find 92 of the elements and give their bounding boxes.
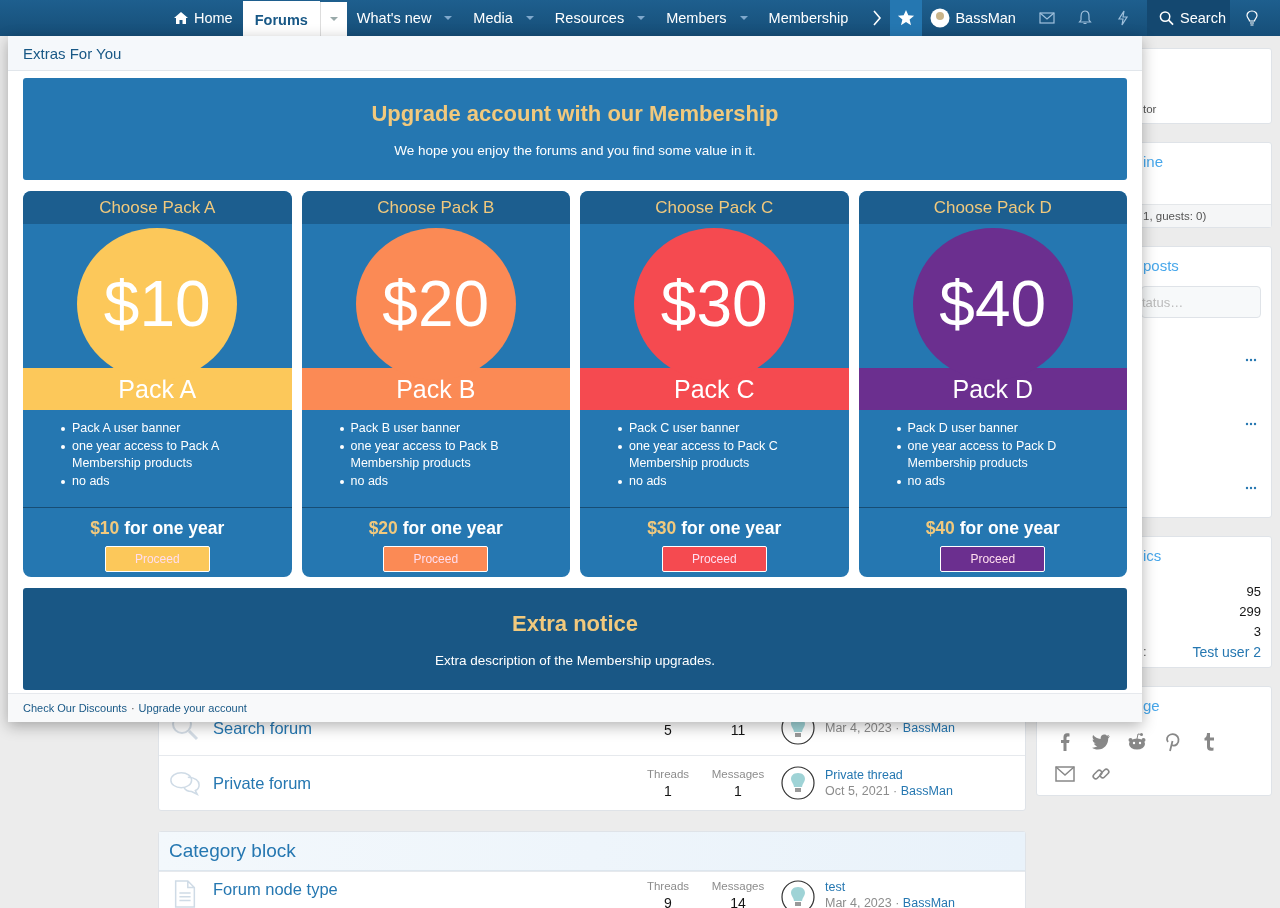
user-menu[interactable]: BassMan xyxy=(922,8,1028,28)
price-circle: $40 xyxy=(912,228,1073,380)
feature-item: no ads xyxy=(896,472,1107,490)
nav-tab[interactable]: What's new xyxy=(346,0,442,36)
member-link[interactable]: Test user 2 xyxy=(1192,644,1261,660)
feature-item: no ads xyxy=(339,472,550,490)
home-icon xyxy=(173,11,189,25)
thread-link[interactable]: test xyxy=(825,880,955,894)
search-icon xyxy=(1159,10,1175,26)
threads-count: 5 xyxy=(664,721,672,738)
threads-label: Threads xyxy=(646,767,690,780)
separator-dot: · xyxy=(895,721,900,735)
forum-title[interactable]: Forum node type xyxy=(213,880,633,899)
pack-name-band: Pack D xyxy=(858,368,1127,410)
avatar-icon xyxy=(930,8,951,28)
pack-name-band: Pack B xyxy=(301,368,570,410)
bell-icon[interactable] xyxy=(1076,10,1093,26)
threads-count: 9 xyxy=(664,895,672,908)
category-title[interactable]: Category block xyxy=(159,832,1025,871)
nav-tab[interactable]: Membership xyxy=(758,0,859,36)
stat-value: 299 xyxy=(1239,604,1261,619)
avatar-icon[interactable] xyxy=(781,766,815,800)
pack-name-band: Pack C xyxy=(580,368,849,410)
threads-label: Threads xyxy=(646,880,690,892)
feature-item: Pack D user banner xyxy=(896,420,1107,438)
nav-tab[interactable]: Forums xyxy=(242,1,320,37)
stat-value: 3 xyxy=(1253,624,1261,639)
feature-item: no ads xyxy=(618,472,829,490)
pack-header: Choose Pack D xyxy=(858,191,1127,224)
panel-title: Extras For You xyxy=(8,36,1142,71)
discounts-link[interactable]: Check Our Discounts xyxy=(23,702,127,714)
notice-text: Extra description of the Membership upgrades. xyxy=(435,652,715,668)
threads-count: 1 xyxy=(664,782,672,799)
feature-item: Pack A user banner xyxy=(61,420,272,438)
twitter-icon[interactable] xyxy=(1091,732,1111,752)
more-options-icon[interactable] xyxy=(1245,422,1257,426)
staff-role-text: tor xyxy=(1142,103,1157,115)
post-date: Mar 4, 2023 xyxy=(825,721,892,735)
feature-item: Pack B user banner xyxy=(339,420,550,438)
lightbulb-icon[interactable] xyxy=(1244,10,1260,26)
messages-count: 14 xyxy=(730,895,746,908)
forum-title[interactable]: Search forum xyxy=(213,718,633,738)
user-link[interactable]: BassMan xyxy=(900,784,953,798)
status-input-field[interactable]: tatus… xyxy=(1141,286,1261,318)
nav-tab[interactable]: Media xyxy=(463,0,523,36)
user-link[interactable]: BassMan xyxy=(902,721,955,735)
separator-dot: · xyxy=(130,702,135,714)
more-options-icon[interactable] xyxy=(1245,358,1257,362)
proceed-button[interactable]: Proceed xyxy=(940,546,1046,572)
messages-label: Messages xyxy=(711,767,765,780)
banner-title: Upgrade account with our Membership xyxy=(371,100,779,127)
price-line: $20 for one year xyxy=(368,518,503,539)
feature-item: no ads xyxy=(61,472,272,490)
user-link[interactable]: BassMan xyxy=(902,896,955,908)
price-circle: $20 xyxy=(355,228,516,380)
separator-dot: · xyxy=(893,784,898,798)
chevron-right-icon[interactable] xyxy=(872,10,883,26)
messages-count: 11 xyxy=(730,721,746,738)
stat-value: 95 xyxy=(1246,584,1261,599)
thread-link[interactable]: Private thread xyxy=(825,768,953,782)
price-line: $30 for one year xyxy=(647,518,782,539)
feature-item: Pack C user banner xyxy=(618,420,829,438)
proceed-button[interactable]: Proceed xyxy=(661,546,767,572)
forum-title[interactable]: Private forum xyxy=(213,773,633,793)
online-count-text: 1, guests: 0) xyxy=(1142,210,1208,222)
reddit-icon[interactable] xyxy=(1127,732,1147,752)
upgrade-link[interactable]: Upgrade your account xyxy=(138,702,247,714)
nav-tab[interactable]: Home xyxy=(163,0,243,36)
price-line: $10 for one year xyxy=(90,518,225,539)
separator-dot: · xyxy=(895,896,900,908)
stat-label: : xyxy=(1142,644,1147,660)
search-button[interactable]: Search xyxy=(1147,0,1230,36)
notice-title: Extra notice xyxy=(512,610,638,637)
pack-header: Choose Pack B xyxy=(301,191,570,224)
price-circle: $30 xyxy=(634,228,795,380)
price-line: $40 for one year xyxy=(925,518,1060,539)
more-options-icon[interactable] xyxy=(1245,486,1257,490)
pack-header: Choose Pack C xyxy=(580,191,849,224)
banner-text: We hope you enjoy the forums and you find some value in it. xyxy=(394,142,756,158)
post-date: Oct 5, 2021 xyxy=(825,784,890,798)
speech-bubbles-icon xyxy=(169,769,201,797)
avatar-icon[interactable] xyxy=(781,880,815,908)
price-circle: $10 xyxy=(77,228,238,380)
messages-count: 1 xyxy=(734,782,742,799)
pack-name-band: Pack A xyxy=(23,368,292,410)
messages-label: Messages xyxy=(711,880,765,892)
nav-tab[interactable]: Members xyxy=(656,0,737,36)
envelope-icon[interactable] xyxy=(1055,764,1075,784)
nav-tab[interactable]: Resources xyxy=(544,0,635,36)
pack-header: Choose Pack A xyxy=(23,191,292,224)
envelope-icon[interactable] xyxy=(1038,10,1055,26)
post-date: Mar 4, 2023 xyxy=(825,896,892,908)
